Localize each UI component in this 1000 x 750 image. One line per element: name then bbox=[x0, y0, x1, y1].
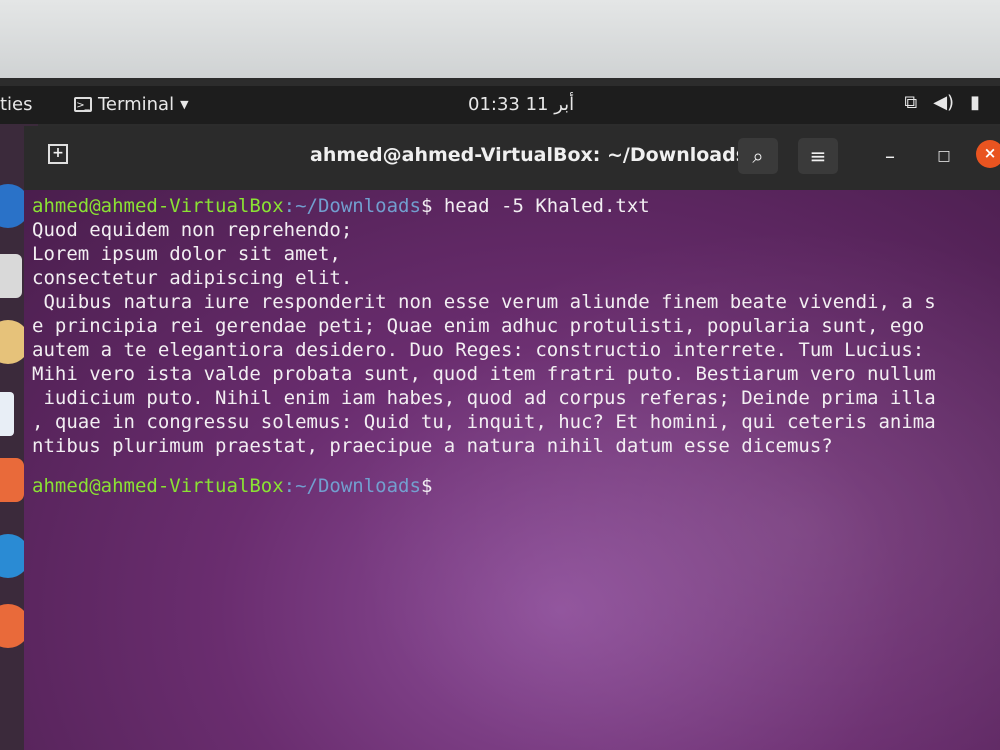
close-icon: × bbox=[983, 144, 997, 162]
new-tab-icon[interactable]: + bbox=[48, 144, 68, 164]
prompt-symbol: $ bbox=[420, 475, 433, 497]
files-icon[interactable] bbox=[0, 254, 22, 298]
terminal-window: + ahmed@ahmed-VirtualBox: ~/Downloads ⌕ … bbox=[24, 126, 1000, 750]
close-button[interactable]: × bbox=[976, 140, 1000, 168]
command-text: head -5 Khaled.txt bbox=[432, 195, 650, 217]
output-line: Lorem ipsum dolor sit amet, bbox=[32, 243, 341, 265]
clock[interactable]: 01:33 11 أبر bbox=[468, 94, 574, 115]
battery-icon[interactable]: ▮ bbox=[970, 92, 980, 113]
app-menu[interactable]: >_ Terminal ▼ bbox=[74, 94, 189, 115]
window-titlebar[interactable]: + ahmed@ahmed-VirtualBox: ~/Downloads ⌕ … bbox=[24, 126, 1000, 190]
search-icon: ⌕ bbox=[752, 144, 764, 168]
output-line: autem a te elegantiora desidero. Duo Reg… bbox=[32, 339, 925, 361]
prompt-symbol: $ bbox=[420, 195, 433, 217]
output-line: , quae in congressu solemus: Quid tu, in… bbox=[32, 411, 936, 433]
top-bar: ties >_ Terminal ▼ 01:33 11 أبر ⧉ ◀) ▮ bbox=[0, 86, 1000, 124]
output-line: Quod equidem non reprehendo; bbox=[32, 219, 353, 241]
output-line: e principia rei gerendae peti; Quae enim… bbox=[32, 315, 925, 337]
prompt-user: ahmed@ahmed-VirtualBox bbox=[32, 195, 284, 217]
prompt-path: :~/Downloads bbox=[283, 195, 421, 217]
minimize-icon: – bbox=[885, 144, 895, 168]
minimize-button[interactable]: – bbox=[870, 138, 910, 174]
prompt-path: :~/Downloads bbox=[283, 475, 421, 497]
terminal-output[interactable]: ahmed@ahmed-VirtualBox:~/Downloads$ head… bbox=[24, 190, 1000, 750]
volume-icon[interactable]: ◀) bbox=[933, 92, 954, 113]
activities-button[interactable]: ties bbox=[0, 94, 33, 115]
hamburger-icon: ≡ bbox=[809, 144, 827, 168]
command-line: ahmed@ahmed-VirtualBox:~/Downloads$ head… bbox=[32, 194, 992, 218]
current-prompt[interactable]: ahmed@ahmed-VirtualBox:~/Downloads$ bbox=[32, 474, 992, 498]
document-icon[interactable] bbox=[0, 392, 14, 436]
app-menu-label: Terminal bbox=[98, 94, 175, 115]
prompt-user: ahmed@ahmed-VirtualBox bbox=[32, 475, 284, 497]
maximize-button[interactable]: □ bbox=[924, 138, 964, 174]
photo-background bbox=[0, 0, 1000, 80]
desktop-screen: ties >_ Terminal ▼ 01:33 11 أبر ⧉ ◀) ▮ +… bbox=[0, 78, 1000, 750]
search-button[interactable]: ⌕ bbox=[738, 138, 778, 174]
output-line: consectetur adipiscing elit. bbox=[32, 267, 353, 289]
output-line: iudicium puto. Nihil enim iam habes, quo… bbox=[32, 387, 936, 409]
network-icon[interactable]: ⧉ bbox=[904, 92, 917, 113]
output-line: ntibus plurimum praestat, praecipue a na… bbox=[32, 435, 833, 457]
output-line: Mihi vero ista valde probata sunt, quod … bbox=[32, 363, 936, 385]
caret-down-icon: ▼ bbox=[180, 98, 189, 111]
menu-button[interactable]: ≡ bbox=[798, 138, 838, 174]
software-icon[interactable] bbox=[0, 458, 24, 502]
terminal-icon: >_ bbox=[74, 97, 92, 112]
system-tray[interactable]: ⧉ ◀) ▮ bbox=[904, 92, 980, 113]
window-title: ahmed@ahmed-VirtualBox: ~/Downloads bbox=[310, 144, 748, 166]
maximize-icon: □ bbox=[937, 148, 951, 164]
output-line: Quibus natura iure responderit non esse … bbox=[32, 291, 936, 313]
